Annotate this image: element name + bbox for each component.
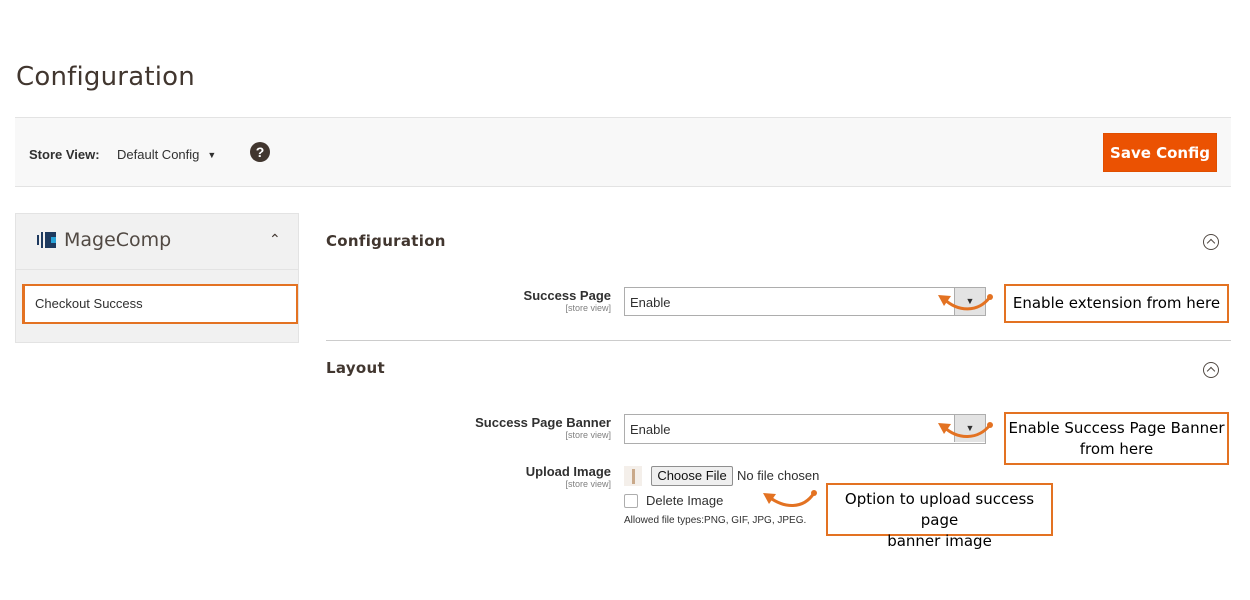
success-page-label: Success Page xyxy=(523,288,611,303)
section-divider xyxy=(326,340,1231,341)
collapse-layout-icon[interactable] xyxy=(1203,362,1219,378)
caret-down-icon: ▼ xyxy=(207,150,217,160)
arrow-dot-enable-extension xyxy=(987,294,993,300)
callout-upload-option: Option to upload success page banner ima… xyxy=(826,483,1053,550)
callout-enable-banner-line1: Enable Success Page Banner xyxy=(1008,419,1225,437)
store-view-switcher[interactable]: Default Config ▼ xyxy=(117,147,216,162)
success-page-banner-select[interactable]: Enable ▼ xyxy=(624,414,986,444)
magecomp-logo: MageComp xyxy=(36,229,171,251)
help-icon[interactable]: ? xyxy=(250,142,270,162)
caret-down-icon: ▼ xyxy=(954,415,985,442)
callout-enable-banner: Enable Success Page Banner from here xyxy=(1004,412,1229,465)
store-view-label: Store View: xyxy=(29,147,100,162)
magecomp-logo-icon xyxy=(37,232,56,248)
no-file-text: No file chosen xyxy=(737,468,820,483)
delete-image-checkbox[interactable] xyxy=(624,494,638,508)
arrowhead-upload-option xyxy=(763,493,776,504)
brand-name: MageComp xyxy=(64,229,172,251)
page-title: Configuration xyxy=(16,62,195,92)
success-page-banner-label: Success Page Banner xyxy=(475,415,611,430)
choose-file-button[interactable]: Choose File xyxy=(651,466,733,486)
sidebar-item-checkout-success[interactable]: Checkout Success xyxy=(22,284,298,324)
store-toolbar: Store View: Default Config ▼ ? Save Confi… xyxy=(15,117,1231,187)
collapse-configuration-icon[interactable] xyxy=(1203,234,1219,250)
callout-enable-banner-line2: from here xyxy=(1079,440,1154,458)
image-thumbnail[interactable] xyxy=(624,466,642,486)
arrow-upload-option xyxy=(767,491,816,507)
upload-image-label: Upload Image xyxy=(525,464,611,479)
success-page-select[interactable]: Enable ▼ xyxy=(624,287,986,316)
delete-image-label[interactable]: Delete Image xyxy=(646,493,723,508)
config-sidebar: MageComp ⌃ Checkout Success xyxy=(15,213,299,343)
caret-down-icon: ▼ xyxy=(954,288,985,315)
section-title-configuration[interactable]: Configuration xyxy=(326,232,446,250)
save-config-button[interactable]: Save Config xyxy=(1103,133,1217,172)
success-page-banner-scope: [store view] xyxy=(565,430,611,440)
arrow-dot-enable-banner xyxy=(987,422,993,428)
success-page-value: Enable xyxy=(630,295,671,310)
upload-image-scope: [store view] xyxy=(565,479,611,489)
sidebar-group-magecomp[interactable]: MageComp ⌃ xyxy=(16,214,298,270)
callout-enable-extension: Enable extension from here xyxy=(1004,284,1229,323)
sidebar-item-label: Checkout Success xyxy=(35,296,143,311)
section-title-layout[interactable]: Layout xyxy=(326,359,385,377)
callout-upload-option-line2: banner image xyxy=(887,532,992,550)
success-page-scope: [store view] xyxy=(565,303,611,313)
callout-upload-option-line1: Option to upload success page xyxy=(844,490,1035,529)
callout-enable-extension-text: Enable extension from here xyxy=(1012,294,1221,312)
store-view-value: Default Config xyxy=(117,147,200,162)
success-page-banner-value: Enable xyxy=(630,422,671,437)
arrow-dot-upload-option xyxy=(811,490,817,496)
allowed-file-types: Allowed file types:PNG, GIF, JPG, JPEG. xyxy=(624,515,807,526)
chevron-up-icon[interactable]: ⌃ xyxy=(269,231,281,248)
